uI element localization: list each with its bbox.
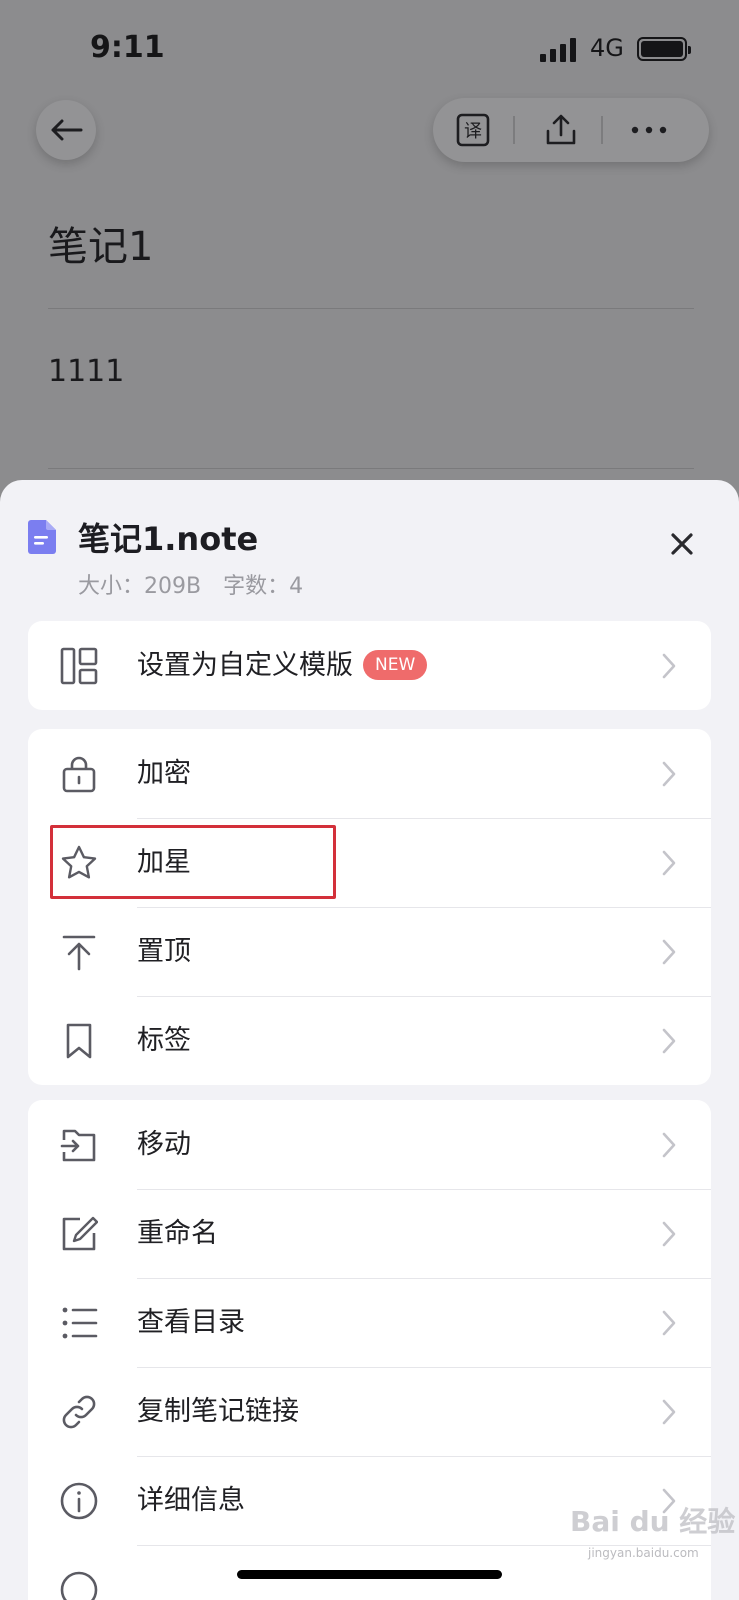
new-badge: NEW (363, 650, 428, 680)
close-button[interactable] (662, 524, 702, 564)
note-file-icon (28, 520, 56, 554)
chevron-right-icon (662, 653, 676, 679)
note-title: 笔记1 (48, 224, 154, 270)
watermark-logo: Bai du 经验 (570, 1505, 736, 1538)
top-action-bar: 译 (433, 98, 709, 162)
partial-circle-icon (60, 1571, 98, 1600)
menu-item-label: 复制笔记链接 (137, 1396, 299, 1427)
highlight-annotation-box (50, 825, 336, 899)
bookmark-icon (66, 1023, 92, 1059)
menu-item-copy-link[interactable]: 复制笔记链接 (28, 1367, 711, 1456)
word-count: 字数：4 (223, 574, 304, 599)
more-dots-icon (631, 126, 667, 134)
menu-item-label: 移动 (137, 1129, 191, 1160)
menu-item-label: 置顶 (137, 936, 191, 967)
network-label: 4G (590, 34, 624, 62)
menu-item-label: 标签 (137, 1025, 191, 1056)
folder-move-icon (60, 1129, 96, 1162)
note-body: 1111 (48, 354, 125, 389)
file-meta: 大小：209B 字数：4 (78, 568, 303, 600)
chevron-right-icon (662, 1310, 676, 1336)
chevron-right-icon (662, 1028, 676, 1054)
lock-icon (62, 756, 96, 793)
pin-top-icon (62, 935, 96, 971)
menu-item-custom-template[interactable]: 设置为自定义模版 NEW (28, 621, 711, 710)
chevron-right-icon (662, 850, 676, 876)
layout-template-icon (60, 647, 98, 685)
edit-icon (62, 1216, 98, 1251)
back-arrow-icon (51, 119, 83, 141)
divider (48, 308, 694, 309)
menu-item-outline[interactable]: 查看目录 (28, 1278, 711, 1367)
file-size: 大小：209B (78, 574, 202, 599)
info-icon (60, 1482, 98, 1520)
watermark-url: jingyan.baidu.com (588, 1546, 699, 1560)
share-icon (546, 114, 576, 145)
more-button[interactable] (609, 98, 689, 162)
back-button[interactable] (36, 100, 96, 160)
status-time: 9:11 (90, 30, 165, 65)
menu-item-label: 设置为自定义模版 NEW (137, 647, 428, 685)
menu-item-rename[interactable]: 重命名 (28, 1189, 711, 1278)
menu-item-move[interactable]: 移动 (28, 1100, 711, 1189)
file-name: 笔记1.note (78, 520, 259, 558)
divider (48, 468, 694, 469)
list-icon (62, 1307, 98, 1339)
translate-button[interactable]: 译 (433, 98, 513, 162)
menu-item-star[interactable]: 加星 (28, 818, 711, 907)
status-bar: 9:11 4G (0, 0, 739, 96)
options-card-template: 设置为自定义模版 NEW (28, 621, 711, 710)
translate-icon: 译 (456, 113, 490, 147)
signal-icon (540, 38, 580, 62)
options-card-attributes: 加密 加星 置顶 标签 (28, 729, 711, 1085)
chevron-right-icon (662, 1221, 676, 1247)
menu-item-label: 详细信息 (137, 1485, 245, 1516)
battery-icon (637, 37, 691, 61)
link-icon (62, 1395, 96, 1429)
chevron-right-icon (662, 1399, 676, 1425)
menu-item-pin-top[interactable]: 置顶 (28, 907, 711, 996)
chevron-right-icon (662, 761, 676, 787)
svg-text:译: 译 (464, 121, 482, 142)
menu-item-tags[interactable]: 标签 (28, 996, 711, 1085)
chevron-right-icon (662, 939, 676, 965)
menu-item-label: 重命名 (137, 1218, 218, 1249)
menu-item-encrypt[interactable]: 加密 (28, 729, 711, 818)
menu-item-label: 加密 (137, 758, 191, 789)
home-indicator[interactable] (237, 1570, 502, 1579)
menu-item-label: 查看目录 (137, 1307, 245, 1338)
share-button[interactable] (521, 98, 601, 162)
note-options-sheet: 笔记1.note 大小：209B 字数：4 设置为自定义模版 NEW 加密 加星 置… (0, 480, 739, 1600)
close-icon (671, 533, 693, 555)
chevron-right-icon (662, 1132, 676, 1158)
